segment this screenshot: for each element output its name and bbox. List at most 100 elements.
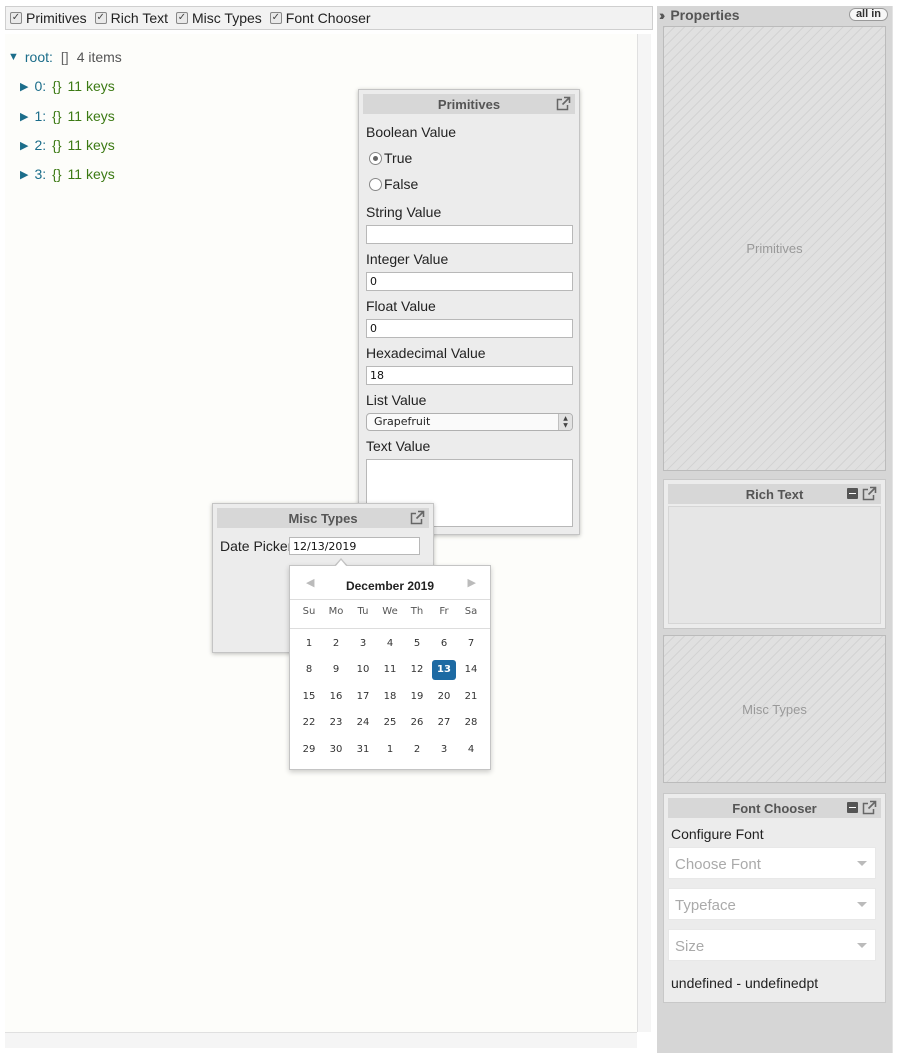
calendar-day[interactable]: 7 (459, 634, 483, 654)
calendar-day[interactable]: 12 (405, 660, 429, 680)
calendar-day[interactable]: 19 (405, 687, 429, 707)
toggle-misc-types[interactable]: ✓ Misc Types (176, 10, 262, 26)
rich-text-panel-header[interactable]: Rich Text (668, 484, 881, 504)
calendar-day[interactable]: 3 (432, 740, 456, 760)
calendar-day[interactable]: 11 (378, 660, 402, 680)
calendar-day[interactable]: 26 (405, 713, 429, 733)
size-dropdown[interactable]: Size (668, 929, 876, 961)
list-select-value: Grapefruit (374, 415, 431, 428)
float-label: Float Value (366, 298, 436, 314)
calendar-day[interactable]: 31 (351, 740, 375, 760)
tree-brackets: {} (52, 137, 62, 153)
calendar-day[interactable]: 9 (324, 660, 348, 680)
toggle-font-chooser[interactable]: ✓ Font Chooser (269, 10, 371, 26)
calendar-day[interactable]: 4 (378, 634, 402, 654)
all-in-button[interactable]: all in (848, 8, 888, 21)
minimize-icon[interactable] (847, 802, 858, 813)
primitives-panel: Primitives Boolean Value True False Stri… (358, 89, 580, 535)
weekday-label: Th (410, 606, 424, 617)
hex-input[interactable]: 18 (366, 366, 573, 385)
typeface-dropdown[interactable]: Typeface (668, 888, 876, 920)
calendar-day[interactable]: 5 (405, 634, 429, 654)
font-chooser-panel-header[interactable]: Font Chooser (668, 798, 881, 818)
collapsed-triangle-icon[interactable]: ▶ (20, 139, 28, 152)
calendar-day[interactable]: 28 (459, 713, 483, 733)
toggle-primitives[interactable]: ✓ Primitives (10, 10, 87, 26)
checkbox-font-chooser[interactable]: ✓ (269, 12, 282, 24)
calendar-day[interactable]: 4 (459, 740, 483, 760)
primitives-panel-header[interactable]: Primitives (363, 94, 575, 114)
radio-true-label[interactable]: True (384, 150, 412, 166)
tree-row[interactable]: ▶ 2: {} 11 keys (20, 137, 115, 153)
calendar-day[interactable]: 8 (297, 660, 321, 680)
popout-icon[interactable] (556, 96, 571, 111)
integer-label: Integer Value (366, 251, 449, 267)
string-input[interactable] (366, 225, 573, 244)
collapsed-triangle-icon[interactable]: ▶ (20, 80, 28, 93)
tree-key: 3: (34, 166, 47, 182)
panel-title: Rich Text (745, 486, 804, 502)
calendar-day[interactable]: 10 (351, 660, 375, 680)
tree-root-row[interactable]: ▼ root: [] 4 items (8, 49, 122, 65)
float-input[interactable]: 0 (366, 319, 573, 338)
calendar-day[interactable]: 1 (378, 740, 402, 760)
radio-true[interactable] (369, 152, 382, 165)
calendar-day[interactable]: 23 (324, 713, 348, 733)
horizontal-scrollbar[interactable] (5, 1032, 637, 1048)
calendar-day[interactable]: 1 (297, 634, 321, 654)
calendar-day[interactable]: 16 (324, 687, 348, 707)
collapsed-triangle-icon[interactable]: ▶ (20, 168, 28, 181)
weekday-label: Fr (439, 606, 449, 617)
date-picker-label: Date Picker (220, 538, 293, 554)
checkbox-misc-types[interactable]: ✓ (176, 12, 188, 24)
checkbox-rich-text[interactable]: ✓ (94, 12, 107, 24)
weekday-label: Mo (328, 606, 344, 617)
font-chooser-panel: Font Chooser Configure Font Choose Font … (663, 793, 886, 1003)
calendar-day[interactable]: 20 (432, 687, 456, 707)
calendar-day[interactable]: 29 (297, 740, 321, 760)
tree-row[interactable]: ▶ 0: {} 11 keys (20, 78, 115, 94)
calendar-day[interactable]: 3 (351, 634, 375, 654)
minimize-icon[interactable] (847, 488, 858, 499)
calendar-day[interactable]: 6 (432, 634, 456, 654)
integer-input[interactable]: 0 (366, 272, 573, 291)
calendar-day[interactable]: 18 (378, 687, 402, 707)
selected-day[interactable]: 13 (432, 660, 456, 680)
tree-row[interactable]: ▶ 1: {} 11 keys (20, 108, 115, 124)
calendar-day[interactable]: 2 (324, 634, 348, 654)
vertical-scrollbar[interactable] (637, 34, 651, 1032)
calendar-day[interactable]: 15 (297, 687, 321, 707)
chevron-down-icon (857, 943, 867, 948)
calendar-day[interactable]: 24 (351, 713, 375, 733)
radio-false-label[interactable]: False (384, 176, 418, 192)
tree-count: 11 keys (67, 137, 115, 153)
calendar-day[interactable]: 22 (297, 713, 321, 733)
calendar-day[interactable]: 17 (351, 687, 375, 707)
boolean-label: Boolean Value (366, 124, 457, 140)
popout-icon[interactable] (862, 800, 877, 815)
misc-types-panel-header[interactable]: Misc Types (217, 508, 429, 528)
calendar-day[interactable]: 27 (432, 713, 456, 733)
typeface-dropdown-placeholder: Typeface (675, 897, 736, 914)
toggle-rich-text[interactable]: ✓ Rich Text (94, 10, 168, 26)
calendar-day[interactable]: 2 (405, 740, 429, 760)
rich-text-editor-area[interactable] (668, 506, 881, 624)
calendar-day[interactable]: 30 (324, 740, 348, 760)
calendar-day[interactable]: 21 (459, 687, 483, 707)
collapse-chevrons-icon[interactable]: ›› (659, 7, 666, 23)
tree-row[interactable]: ▶ 3: {} 11 keys (20, 166, 115, 182)
expanded-triangle-icon[interactable]: ▼ (8, 51, 19, 63)
font-dropdown[interactable]: Choose Font (668, 847, 876, 879)
size-dropdown-placeholder: Size (675, 938, 705, 955)
date-input[interactable]: 12/13/2019 (289, 537, 420, 555)
checkbox-primitives[interactable]: ✓ (10, 12, 22, 24)
misc-types-dock-placeholder: Misc Types (663, 635, 886, 783)
popout-icon[interactable] (410, 510, 425, 525)
calendar-day[interactable]: 25 (378, 713, 402, 733)
calendar-day[interactable]: 14 (459, 660, 483, 680)
popout-icon[interactable] (862, 486, 877, 501)
collapsed-triangle-icon[interactable]: ▶ (20, 110, 28, 123)
radio-false[interactable] (369, 178, 382, 191)
list-label: List Value (366, 392, 427, 408)
list-select[interactable]: Grapefruit ▲ ▼ (366, 413, 573, 431)
